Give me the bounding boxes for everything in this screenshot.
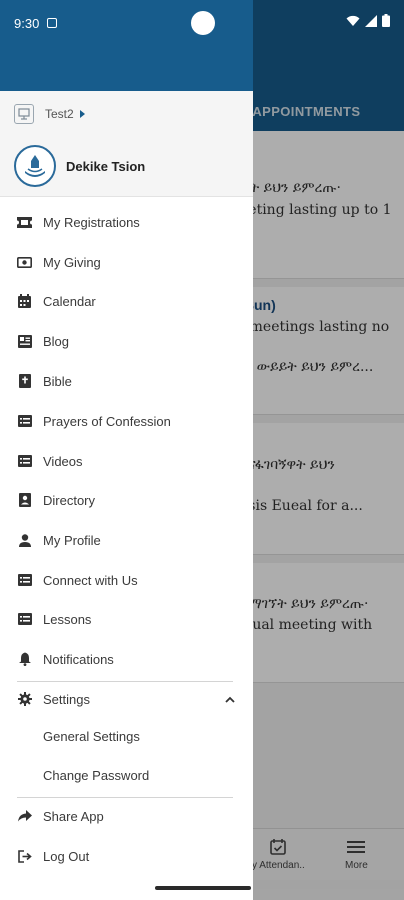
caret-right-icon (79, 109, 85, 118)
menu-item-bible[interactable]: Bible (0, 361, 253, 401)
list-icon (17, 612, 32, 627)
settings-section-toggle[interactable]: Settings (0, 679, 253, 719)
menu-item-lessons[interactable]: Lessons (0, 599, 253, 639)
menu-item-calendar[interactable]: Calendar (0, 281, 253, 321)
menu-item-label: Log Out (43, 848, 90, 864)
menu-item-label: Share App (43, 808, 104, 824)
gear-icon (17, 692, 32, 707)
battery-icon (382, 14, 390, 32)
notification-icon (47, 18, 58, 28)
menu-item-label: Directory (43, 492, 96, 508)
bell-icon (17, 652, 32, 667)
menu-item-directory[interactable]: Directory (0, 480, 253, 520)
camera-cutout (191, 11, 215, 35)
calendar-icon (17, 294, 32, 309)
blog-icon (17, 334, 32, 349)
share-icon (17, 809, 32, 824)
contact-book-icon (17, 493, 32, 508)
menu-item-label: Lessons (43, 611, 92, 627)
menu-item-my-giving[interactable]: My Giving (0, 242, 253, 282)
menu-item-label: Blog (43, 333, 70, 349)
submenu-item-change-password[interactable]: Change Password (0, 755, 253, 795)
list-icon (17, 414, 32, 429)
submenu-item-general-settings[interactable]: General Settings (0, 716, 253, 756)
menu-item-label: Notifications (43, 651, 114, 667)
menu-item-label: My Giving (43, 254, 101, 270)
navigation-drawer: Test2 Dekike Tsion My Registrations My G… (0, 0, 253, 900)
bible-icon (17, 374, 32, 389)
menu-item-label: My Registrations (43, 214, 140, 230)
menu-item-label: Connect with Us (43, 572, 138, 588)
menu-item-label: Prayers of Confession (43, 413, 171, 429)
menu-item-notifications[interactable]: Notifications (0, 639, 253, 679)
menu-item-log-out[interactable]: Log Out (0, 836, 253, 876)
home-indicator[interactable] (155, 886, 251, 890)
list-icon (17, 454, 32, 469)
money-icon (17, 255, 32, 270)
menu-item-label: My Profile (43, 532, 101, 548)
wifi-icon (346, 14, 360, 32)
status-time: 9:30 (14, 15, 40, 31)
menu-item-share-app[interactable]: Share App (0, 796, 253, 836)
signal-icon (365, 14, 377, 32)
menu-item-my-profile[interactable]: My Profile (0, 520, 253, 560)
avatar (14, 145, 56, 187)
menu-item-connect-with-us[interactable]: Connect with Us (0, 560, 253, 600)
person-icon (17, 533, 32, 548)
chevron-up-icon[interactable] (224, 693, 236, 705)
menu-item-label: Calendar (43, 293, 96, 309)
organization-logo-icon (14, 103, 34, 124)
menu-item-label: Videos (43, 453, 83, 469)
status-icons (346, 14, 390, 32)
menu-item-prayers-of-confession[interactable]: Prayers of Confession (0, 401, 253, 441)
ticket-icon (17, 215, 32, 230)
menu-item-blog[interactable]: Blog (0, 321, 253, 361)
menu-item-videos[interactable]: Videos (0, 441, 253, 481)
list-icon (17, 573, 32, 588)
user-profile-header[interactable]: Dekike Tsion (0, 136, 253, 197)
organization-switcher[interactable]: Test2 (0, 91, 253, 136)
menu-item-label: Bible (43, 373, 72, 389)
menu-item-my-registrations[interactable]: My Registrations (0, 202, 253, 242)
user-name: Dekike Tsion (66, 158, 146, 174)
settings-label: Settings (43, 691, 90, 707)
organization-name: Test2 (45, 106, 74, 121)
logout-icon (17, 849, 32, 864)
